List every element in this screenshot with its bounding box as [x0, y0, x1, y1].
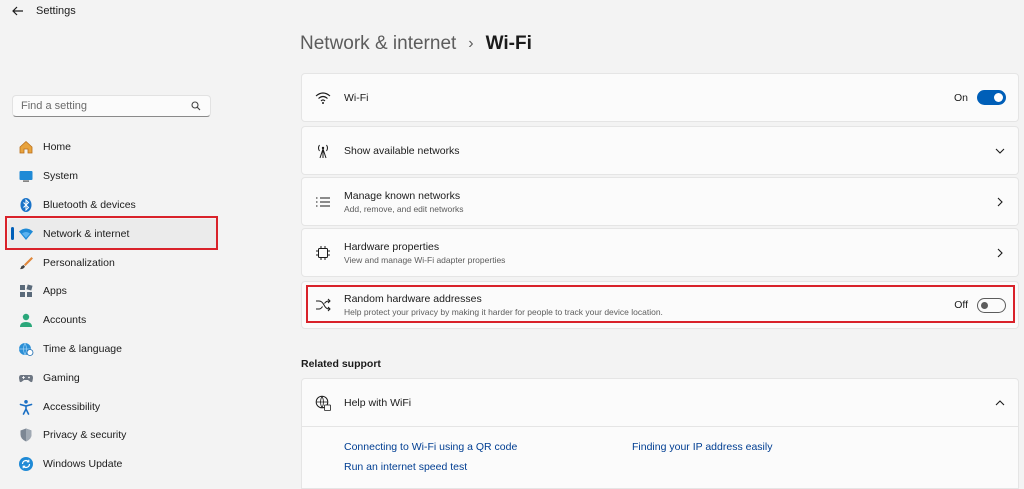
person-icon	[18, 312, 34, 328]
sidebar-item-system[interactable]: System	[8, 162, 218, 191]
antenna-icon	[314, 142, 332, 160]
known-networks-title: Manage known networks	[344, 189, 461, 202]
chevron-down-icon[interactable]	[994, 145, 1006, 157]
related-support-heading: Related support	[301, 358, 381, 370]
globe-icon	[314, 394, 332, 412]
link-wifi-qr-code[interactable]: Connecting to Wi-Fi using a QR code	[344, 441, 517, 453]
accessibility-icon	[18, 399, 34, 415]
sidebar-item-label: Personalization	[43, 256, 115, 269]
random-addresses-title: Random hardware addresses	[344, 293, 482, 305]
sidebar-item-personalization[interactable]: Personalization	[8, 248, 218, 277]
sidebar-item-label: Privacy & security	[43, 429, 127, 442]
help-with-wifi-title: Help with WiFi	[344, 396, 412, 409]
wifi-toggle-card[interactable]: Wi-Fi On	[301, 73, 1019, 122]
sidebar-item-network[interactable]: Network & internet	[8, 219, 218, 249]
hardware-properties-title: Hardware properties	[344, 240, 440, 253]
sidebar-item-label: Bluetooth & devices	[43, 198, 136, 211]
known-networks-subtitle: Add, remove, and edit networks	[344, 203, 464, 214]
gamepad-icon	[18, 370, 34, 386]
sidebar-item-bluetooth[interactable]: Bluetooth & devices	[8, 191, 218, 220]
help-with-wifi-header[interactable]: Help with WiFi	[302, 379, 1018, 427]
chevron-right-icon[interactable]	[994, 196, 1006, 208]
monitor-icon	[18, 168, 34, 184]
random-addresses-state-label: Off	[954, 299, 968, 311]
sidebar-item-label: Accounts	[43, 314, 87, 327]
shield-icon	[18, 427, 34, 443]
sidebar-item-accessibility[interactable]: Accessibility	[8, 392, 218, 421]
sidebar-item-gaming[interactable]: Gaming	[8, 363, 218, 392]
sidebar-item-label: System	[43, 170, 79, 183]
chevron-up-icon[interactable]	[994, 397, 1006, 409]
wifi-icon	[18, 226, 34, 242]
chip-icon	[314, 244, 332, 262]
sidebar-nav: Home System Bluetooth & devices Network …	[8, 133, 218, 479]
brush-icon	[18, 255, 34, 271]
bluetooth-icon	[18, 197, 34, 213]
breadcrumb: Network & internet › Wi-Fi	[300, 33, 532, 55]
wifi-state-label: On	[953, 91, 968, 104]
back-arrow-icon	[12, 6, 23, 16]
chevron-right-icon[interactable]	[994, 247, 1006, 259]
available-networks-title: Show available networks	[344, 144, 460, 157]
list-icon	[314, 193, 332, 211]
search-input[interactable]	[21, 100, 190, 112]
breadcrumb-parent[interactable]: Network & internet	[300, 33, 456, 55]
random-hardware-addresses-card[interactable]: Random hardware addresses Help protect y…	[301, 281, 1019, 329]
wifi-title: Wi-Fi	[344, 91, 369, 104]
home-icon	[18, 139, 34, 155]
random-addresses-subtitle: Help protect your privacy by making it h…	[344, 307, 663, 317]
app-title: Settings	[36, 5, 76, 17]
link-find-ip-address[interactable]: Finding your IP address easily	[632, 441, 772, 453]
available-networks-card[interactable]: Show available networks	[301, 126, 1019, 175]
sidebar-item-label: Time & language	[43, 342, 122, 355]
search-icon[interactable]	[190, 100, 202, 112]
search-box[interactable]	[12, 95, 211, 117]
sidebar-item-label: Accessibility	[43, 400, 101, 413]
sidebar-item-label: Home	[43, 141, 72, 154]
globe-clock-icon	[18, 341, 34, 357]
wifi-toggle[interactable]	[977, 90, 1006, 105]
back-button[interactable]	[10, 4, 26, 18]
title-bar: Settings	[0, 0, 1024, 24]
sidebar-item-label: Windows Update	[43, 458, 123, 471]
breadcrumb-separator: ›	[468, 35, 474, 52]
sidebar-item-label: Network & internet	[43, 227, 130, 240]
hardware-properties-subtitle: View and manage Wi-Fi adapter properties	[344, 254, 506, 265]
sidebar-item-home[interactable]: Home	[8, 133, 218, 162]
known-networks-card[interactable]: Manage known networks Add, remove, and e…	[301, 177, 1019, 226]
apps-icon	[18, 283, 34, 299]
random-addresses-toggle[interactable]	[977, 297, 1006, 313]
sidebar-item-accounts[interactable]: Accounts	[8, 306, 218, 335]
sidebar-item-windows-update[interactable]: Windows Update	[8, 450, 218, 479]
update-icon	[18, 456, 34, 472]
shuffle-icon	[314, 296, 332, 314]
sidebar-item-label: Apps	[43, 285, 67, 298]
sidebar-item-label: Gaming	[43, 371, 80, 384]
sidebar-item-apps[interactable]: Apps	[8, 277, 218, 306]
page-title: Wi-Fi	[485, 33, 532, 54]
hardware-properties-card[interactable]: Hardware properties View and manage Wi-F…	[301, 228, 1019, 277]
help-with-wifi-card: Help with WiFi Connecting to Wi-Fi using…	[301, 378, 1019, 489]
link-speed-test[interactable]: Run an internet speed test	[344, 461, 467, 473]
sidebar-item-time-language[interactable]: Time & language	[8, 335, 218, 364]
sidebar-item-privacy[interactable]: Privacy & security	[8, 421, 218, 450]
wifi-icon	[314, 89, 332, 107]
